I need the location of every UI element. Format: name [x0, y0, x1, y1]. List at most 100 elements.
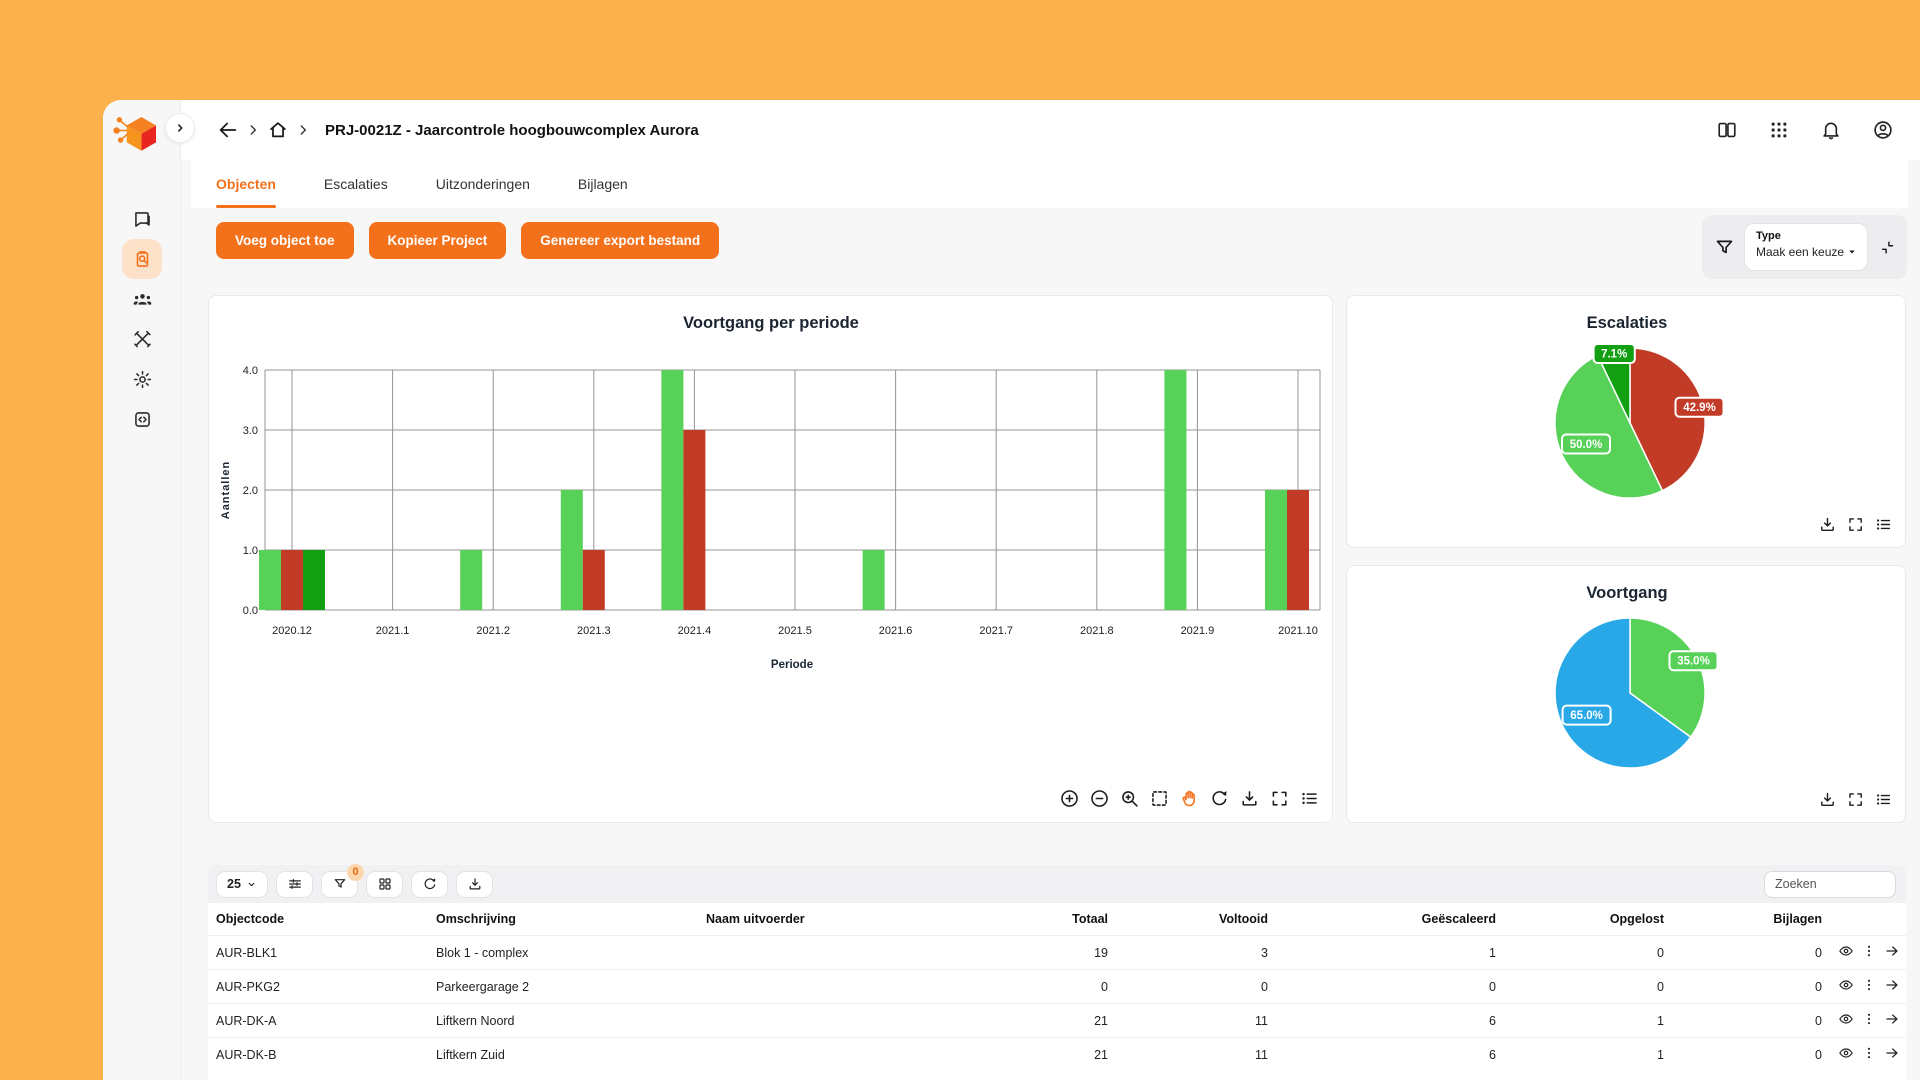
table-cell: 0 [1270, 980, 1498, 994]
sidebar-item-objects-search[interactable] [122, 239, 162, 279]
table-cell: 21 [998, 1014, 1110, 1028]
table-row[interactable]: AUR-DK-ALiftkern Noord2111610 [208, 1003, 1906, 1037]
bar-2021.10 [1287, 490, 1309, 610]
fullscreen-button[interactable] [1846, 790, 1865, 814]
sidebar-item-integrations[interactable] [122, 399, 162, 439]
open-row-button[interactable] [1884, 977, 1900, 996]
collapse-icon[interactable] [1879, 239, 1896, 256]
download-button[interactable] [1818, 515, 1837, 539]
data-list-button[interactable] [1299, 788, 1320, 814]
table-row[interactable]: AUR-PKG2Parkeergarage 200000 [208, 969, 1906, 1003]
kopieer-project-button[interactable]: Kopieer Project [369, 222, 507, 259]
more-options-button[interactable] [1861, 1045, 1877, 1064]
download-button[interactable] [1239, 788, 1260, 814]
genereer-export-bestand-button[interactable]: Genereer export bestand [521, 222, 719, 259]
data-list-icon [1874, 790, 1893, 809]
table-cell: 0 [1498, 946, 1666, 960]
bar-2021.6 [863, 550, 885, 610]
fullscreen-button[interactable] [1846, 515, 1865, 539]
table-row[interactable]: AUR-BLK1Blok 1 - complex193100 [208, 935, 1906, 969]
layout-grid-icon [377, 876, 393, 892]
svg-text:2021.1: 2021.1 [376, 625, 410, 637]
notifications-icon[interactable] [1820, 119, 1842, 141]
svg-text:2021.4: 2021.4 [678, 625, 712, 637]
tab-escalaties[interactable]: Escalaties [300, 160, 412, 208]
table-refresh-button[interactable] [411, 871, 448, 898]
column-header[interactable]: Naam uitvoerder [698, 912, 998, 926]
bar-2020.12 [259, 550, 281, 610]
sidebar-item-team[interactable] [122, 279, 162, 319]
tab-uitzonderingen[interactable]: Uitzonderingen [412, 160, 554, 208]
column-header[interactable]: Voltooid [1110, 912, 1270, 926]
voeg-object-toe-button[interactable]: Voeg object toe [216, 222, 354, 259]
objects-table: ObjectcodeOmschrijvingNaam uitvoerderTot… [208, 903, 1906, 1080]
column-header[interactable]: Objectcode [208, 912, 428, 926]
integrations-icon [132, 409, 153, 430]
zoom-area-icon [1119, 788, 1140, 809]
tab-objecten[interactable]: Objecten [192, 160, 300, 208]
open-row-button[interactable] [1884, 1011, 1900, 1030]
page-size-select[interactable]: 25 [216, 871, 268, 898]
more-options-button[interactable] [1861, 1011, 1877, 1030]
more-options-button[interactable] [1861, 977, 1877, 996]
tab-bijlagen[interactable]: Bijlagen [554, 160, 652, 208]
bar-chart: Voortgang per periode0.01.02.03.04.02020… [209, 296, 1334, 696]
table-cell: Parkeergarage 2 [428, 980, 698, 994]
table-cell: 19 [998, 946, 1110, 960]
reset-button[interactable] [1209, 788, 1230, 814]
fullscreen-button[interactable] [1269, 788, 1290, 814]
data-list-button[interactable] [1874, 515, 1893, 539]
open-row-button[interactable] [1884, 1045, 1900, 1064]
download-icon [1239, 788, 1260, 809]
table-cell: 0 [998, 980, 1110, 994]
view-button[interactable] [1838, 1011, 1854, 1030]
box-select-button[interactable] [1149, 788, 1170, 814]
column-settings-button[interactable] [276, 871, 313, 898]
open-row-button[interactable] [1884, 943, 1900, 962]
pan-button[interactable] [1179, 788, 1200, 814]
apps-grid-icon[interactable] [1768, 119, 1790, 141]
data-list-button[interactable] [1874, 790, 1893, 814]
download-button[interactable] [1818, 790, 1837, 814]
column-header[interactable]: Geëscaleerd [1270, 912, 1498, 926]
column-header[interactable]: Totaal [998, 912, 1110, 926]
chat-icon [132, 209, 153, 230]
expand-sidebar-icon [173, 121, 187, 135]
search-input[interactable] [1764, 871, 1896, 898]
type-select[interactable]: Type Maak een keuze [1744, 223, 1868, 271]
table-header-row: ObjectcodeOmschrijvingNaam uitvoerderTot… [208, 903, 1906, 935]
table-download-button[interactable] [456, 871, 493, 898]
account-icon[interactable] [1872, 119, 1894, 141]
svg-text:1.0: 1.0 [243, 545, 258, 557]
download-icon [1818, 515, 1837, 534]
table-row[interactable]: AUR-DK-BLiftkern Zuid2111610 [208, 1037, 1906, 1071]
zoom-out-icon [1089, 788, 1110, 809]
layout-grid-button[interactable] [366, 871, 403, 898]
column-header[interactable]: Bijlagen [1666, 912, 1824, 926]
funnel-icon[interactable] [1714, 237, 1735, 258]
zoom-out-button[interactable] [1089, 788, 1110, 814]
back-arrow-icon[interactable] [217, 119, 239, 141]
zoom-in-button[interactable] [1059, 788, 1080, 814]
sidebar-item-tools[interactable] [122, 319, 162, 359]
sidebar-item-settings[interactable] [122, 359, 162, 399]
sidebar-expand-button[interactable] [165, 113, 195, 143]
view-icon [1838, 977, 1854, 993]
split-view-icon[interactable] [1716, 119, 1738, 141]
filter-count-badge: 0 [347, 864, 364, 881]
zoom-area-button[interactable] [1119, 788, 1140, 814]
chevron-down-icon [246, 879, 257, 890]
view-button[interactable] [1838, 1045, 1854, 1064]
pie-slice-label: 7.1% [1594, 344, 1635, 363]
more-options-button[interactable] [1861, 943, 1877, 962]
view-button[interactable] [1838, 977, 1854, 996]
column-header[interactable]: Opgelost [1498, 912, 1666, 926]
column-header[interactable]: Omschrijving [428, 912, 698, 926]
home-icon[interactable] [267, 119, 289, 141]
more-options-icon [1861, 1045, 1877, 1061]
data-list-icon [1874, 515, 1893, 534]
view-button[interactable] [1838, 943, 1854, 962]
objects-search-icon [132, 249, 153, 270]
table-filter-button[interactable]: 0 [321, 871, 358, 898]
sidebar-item-chat[interactable] [122, 199, 162, 239]
